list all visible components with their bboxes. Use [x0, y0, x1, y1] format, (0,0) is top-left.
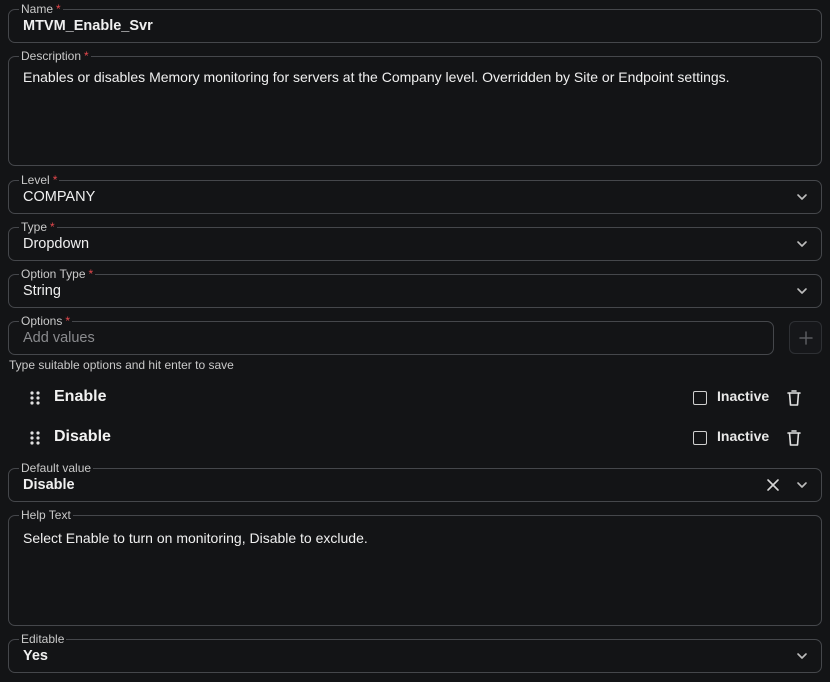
- editable-select[interactable]: Editable Yes: [8, 632, 822, 673]
- inactive-checkbox[interactable]: [693, 431, 707, 445]
- default-value-select[interactable]: Default value Disable: [8, 461, 822, 502]
- name-label: Name *: [19, 2, 63, 16]
- type-select[interactable]: Type * Dropdown: [8, 220, 822, 261]
- description-value[interactable]: Enables or disables Memory monitoring fo…: [23, 68, 807, 86]
- name-value[interactable]: MTVM_Enable_Svr: [23, 18, 153, 34]
- level-label: Level *: [19, 173, 60, 187]
- trash-icon[interactable]: [786, 389, 802, 407]
- option-type-value: String: [23, 283, 61, 299]
- inactive-checkbox[interactable]: [693, 391, 707, 405]
- chevron-down-icon[interactable]: [795, 649, 809, 663]
- options-input[interactable]: Options * Add values: [8, 314, 774, 355]
- help-text-value[interactable]: Select Enable to turn on monitoring, Dis…: [23, 529, 807, 547]
- options-placeholder: Add values: [23, 330, 95, 346]
- name-field[interactable]: Name * MTVM_Enable_Svr: [8, 2, 822, 43]
- option-label: Disable: [54, 428, 111, 445]
- option-row-enable: Enable Inactive: [8, 383, 822, 413]
- default-value-value: Disable: [23, 477, 75, 493]
- options-label: Options *: [19, 314, 73, 328]
- description-field[interactable]: Description * Enables or disables Memory …: [8, 49, 822, 166]
- editable-label: Editable: [19, 632, 67, 646]
- drag-handle-icon[interactable]: [29, 430, 41, 446]
- chevron-down-icon[interactable]: [795, 237, 809, 251]
- option-label: Enable: [54, 388, 107, 405]
- chevron-down-icon[interactable]: [795, 284, 809, 298]
- add-option-button[interactable]: [789, 321, 822, 354]
- help-text-field[interactable]: Help Text Select Enable to turn on monit…: [8, 508, 822, 626]
- chevron-down-icon[interactable]: [795, 478, 809, 492]
- chevron-down-icon[interactable]: [795, 190, 809, 204]
- level-value: COMPANY: [23, 189, 96, 205]
- type-label: Type *: [19, 220, 57, 234]
- plus-icon: [799, 331, 813, 345]
- editable-value: Yes: [23, 648, 48, 664]
- inactive-label: Inactive: [717, 428, 770, 444]
- drag-handle-icon[interactable]: [29, 390, 41, 406]
- option-type-select[interactable]: Option Type * String: [8, 267, 822, 308]
- level-select[interactable]: Level * COMPANY: [8, 173, 822, 214]
- option-row-disable: Disable Inactive: [8, 423, 822, 453]
- trash-icon[interactable]: [786, 429, 802, 447]
- default-value-label: Default value: [19, 461, 94, 475]
- description-label: Description *: [19, 49, 91, 63]
- help-text-label: Help Text: [19, 508, 73, 522]
- options-hint: Type suitable options and hit enter to s…: [9, 358, 234, 372]
- option-type-label: Option Type *: [19, 267, 96, 281]
- close-icon[interactable]: [765, 477, 781, 493]
- inactive-label: Inactive: [717, 388, 770, 404]
- type-value: Dropdown: [23, 236, 90, 252]
